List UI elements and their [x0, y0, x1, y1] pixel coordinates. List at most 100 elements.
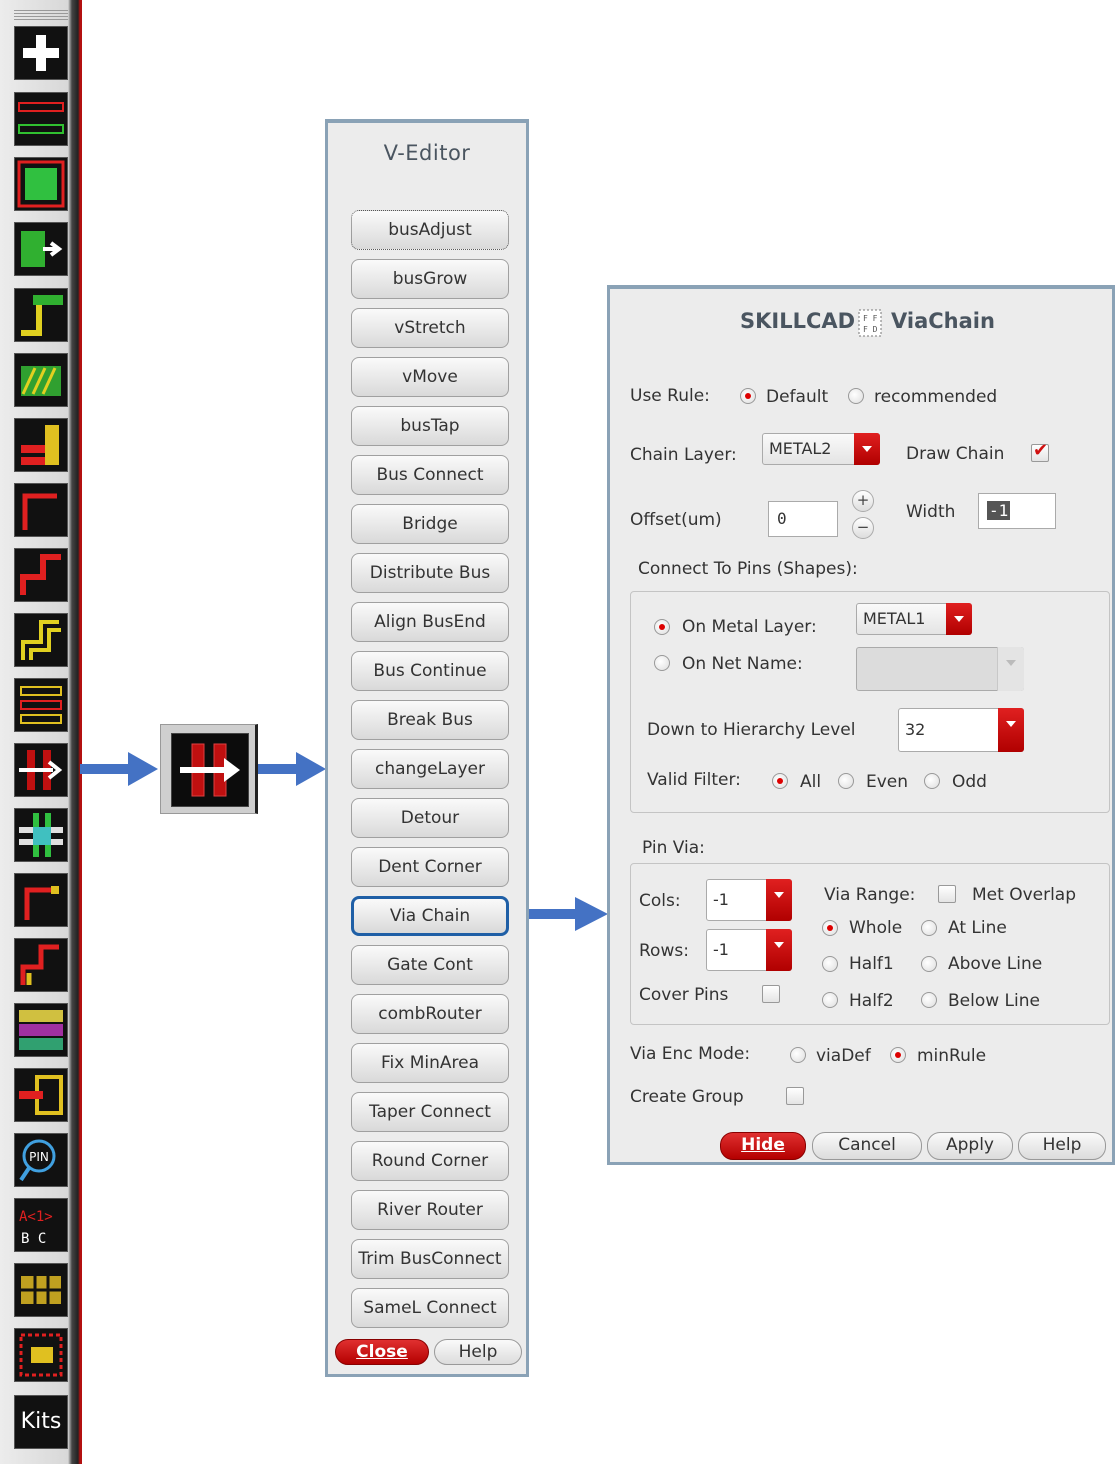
offset-value: 0 [777, 509, 787, 528]
cancel-button[interactable]: Cancel [812, 1132, 922, 1160]
filter-even-radio[interactable] [838, 773, 854, 789]
create-group-checkbox[interactable] [786, 1087, 804, 1105]
filter-odd-radio[interactable] [924, 773, 940, 789]
veditor-button-taper-connect[interactable]: Taper Connect [351, 1092, 509, 1132]
veditor-button-round-corner[interactable]: Round Corner [351, 1141, 509, 1181]
enc-viadef-radio[interactable] [790, 1047, 806, 1063]
hierarchy-level-label: Down to Hierarchy Level [647, 720, 856, 740]
filter-odd-label: Odd [952, 772, 987, 792]
veditor-button-busgrow[interactable]: busGrow [351, 259, 509, 299]
veditor-button-distribute-bus[interactable]: Distribute Bus [351, 553, 509, 593]
array-pattern-icon[interactable] [14, 1328, 68, 1382]
route-step-icon[interactable] [14, 288, 68, 342]
palette-grip[interactable] [14, 10, 68, 22]
decrement-button[interactable]: − [852, 517, 874, 539]
veditor-button-bustap[interactable]: busTap [351, 406, 509, 446]
close-button[interactable]: Close [335, 1339, 429, 1365]
bus-stack-icon[interactable] [14, 418, 68, 472]
range-above-line-radio[interactable] [921, 956, 937, 972]
bus-lines-icon[interactable] [14, 92, 68, 146]
offset-input[interactable]: 0 [768, 501, 838, 537]
range-below-line-radio[interactable] [921, 992, 937, 1008]
veditor-button-label: Bus Connect [376, 465, 484, 485]
range-above-line-label: Above Line [948, 954, 1043, 974]
apply-label: Apply [946, 1135, 994, 1155]
kits-label: Kits [20, 1409, 62, 1434]
on-net-name-radio[interactable] [654, 655, 670, 671]
green-fill-icon[interactable] [14, 157, 68, 211]
veditor-button-bus-continue[interactable]: Bus Continue [351, 651, 509, 691]
range-half1-label: Half1 [849, 954, 894, 974]
rows-select[interactable]: -1 [706, 929, 792, 971]
range-whole-radio[interactable] [822, 920, 838, 936]
cols-select[interactable]: -1 [706, 879, 792, 921]
hierarchy-level-select[interactable]: 32 [898, 708, 1024, 752]
veditor-button-break-bus[interactable]: Break Bus [351, 700, 509, 740]
enc-minrule-radio[interactable] [890, 1047, 906, 1063]
veditor-button-samel-connect[interactable]: SameL Connect [351, 1288, 509, 1328]
veditor-button-label: Align BusEnd [374, 612, 486, 632]
route-jog-small-icon[interactable] [14, 938, 68, 992]
apply-button[interactable]: Apply [927, 1132, 1013, 1160]
use-rule-recommended-label: recommended [874, 387, 998, 407]
bus-label-icon[interactable]: A<1> B C [14, 1198, 68, 1252]
hide-button[interactable]: Hide [720, 1132, 806, 1160]
on-metal-layer-radio[interactable] [654, 619, 670, 635]
multi-route-icon[interactable] [14, 613, 68, 667]
add-icon[interactable] [14, 26, 68, 80]
bus-move-icon[interactable] [14, 222, 68, 276]
rows-value: -1 [713, 940, 729, 959]
arrow-right-icon [80, 752, 158, 786]
veditor-button-vmove[interactable]: vMove [351, 357, 509, 397]
use-rule-recommended-radio[interactable] [848, 388, 864, 404]
range-at-line-radio[interactable] [921, 920, 937, 936]
increment-button[interactable]: + [852, 490, 874, 512]
veditor-button-align-busend[interactable]: Align BusEnd [351, 602, 509, 642]
chain-layer-select[interactable]: METAL2 [762, 433, 880, 465]
pin-search-icon[interactable]: PIN [14, 1133, 68, 1187]
veditor-button-label: Detour [400, 808, 460, 828]
veditor-button-via-chain[interactable]: Via Chain [351, 896, 509, 936]
kits-button[interactable]: Kits [14, 1395, 68, 1449]
veditor-button-changelayer[interactable]: changeLayer [351, 749, 509, 789]
route-jog-icon[interactable] [14, 548, 68, 602]
create-group-label: Create Group [630, 1087, 744, 1107]
grid-pattern-icon[interactable] [14, 1263, 68, 1317]
help-button[interactable]: Help [434, 1339, 522, 1365]
metal-layer-select[interactable]: METAL1 [856, 603, 972, 635]
veditor-button-label: Via Chain [389, 906, 471, 926]
use-rule-default-radio[interactable] [740, 388, 756, 404]
filter-all-radio[interactable] [772, 773, 788, 789]
veditor-button-vstretch[interactable]: vStretch [351, 308, 509, 348]
veditor-button-bridge[interactable]: Bridge [351, 504, 509, 544]
bus-break-icon[interactable] [14, 678, 68, 732]
hierarchy-level-value: 32 [905, 720, 926, 739]
dialog-help-button[interactable]: Help [1018, 1132, 1106, 1160]
bus-tap-icon[interactable] [14, 1068, 68, 1122]
veditor-button-fix-minarea[interactable]: Fix MinArea [351, 1043, 509, 1083]
veditor-button-gate-cont[interactable]: Gate Cont [351, 945, 509, 985]
veditor-button-river-router[interactable]: River Router [351, 1190, 509, 1230]
use-rule-label: Use Rule: [630, 386, 710, 406]
hatched-shape-icon[interactable] [14, 353, 68, 407]
cross-connect-icon[interactable] [14, 808, 68, 862]
via-chain-icon[interactable] [14, 743, 68, 797]
met-overlap-checkbox[interactable] [938, 885, 956, 903]
width-input[interactable]: -1 [978, 493, 1056, 529]
veditor-button-combrouter[interactable]: combRouter [351, 994, 509, 1034]
route-corner-small-icon[interactable] [14, 873, 68, 927]
veditor-button-busadjust[interactable]: busAdjust [351, 210, 509, 250]
filter-even-label: Even [866, 772, 909, 792]
veditor-button-dent-corner[interactable]: Dent Corner [351, 847, 509, 887]
draw-chain-checkbox[interactable] [1031, 440, 1049, 462]
veditor-button-bus-connect[interactable]: Bus Connect [351, 455, 509, 495]
range-half1-radio[interactable] [822, 956, 838, 972]
range-half2-radio[interactable] [822, 992, 838, 1008]
route-corner-icon[interactable] [14, 483, 68, 537]
veditor-button-trim-busconnect[interactable]: Trim BusConnect [351, 1239, 509, 1279]
width-label: Width [906, 502, 956, 522]
cover-pins-checkbox[interactable] [762, 985, 780, 1003]
veditor-button-detour[interactable]: Detour [351, 798, 509, 838]
pattern-fill-icon[interactable] [14, 1003, 68, 1057]
valid-filter-label: Valid Filter: [647, 770, 741, 790]
